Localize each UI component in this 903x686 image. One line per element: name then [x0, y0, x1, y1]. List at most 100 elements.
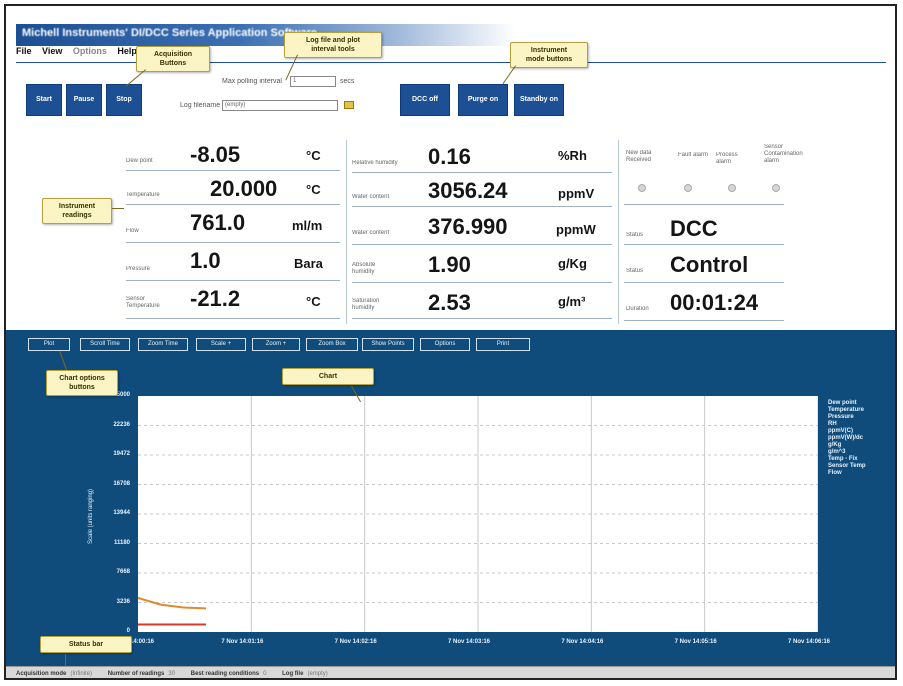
sensor-temperature-unit: °C — [306, 294, 321, 309]
absolute-humidity-value: 1.90 — [428, 252, 471, 277]
title-bar: Michell Instruments' DI/DCC Series Appli… — [16, 24, 516, 46]
log-interval-label: Max polling interval — [222, 78, 282, 85]
menu-view[interactable]: View — [42, 46, 62, 56]
log-filename-input[interactable]: (empty) — [222, 100, 338, 111]
duration-label: Duration — [626, 306, 649, 312]
reading-label: Water content — [352, 194, 390, 200]
log-interval-input[interactable]: 1 — [290, 76, 336, 87]
callout-leader — [502, 65, 516, 85]
indicator-label: New data Received — [626, 150, 652, 163]
row-underline — [126, 318, 340, 319]
standby-on-button[interactable]: Standby on — [514, 84, 564, 116]
pressure-value: 1.0 — [190, 248, 221, 273]
legend-entry: ppmV(W)/dc — [828, 435, 863, 441]
row-underline — [126, 242, 340, 243]
y-tick-label: 0 — [126, 628, 130, 634]
x-tick-label: 7 Nov 14:03:16 — [448, 639, 491, 645]
row-underline — [126, 170, 340, 171]
menu-help[interactable]: Help — [117, 46, 137, 56]
reading-label: Flow — [126, 228, 139, 234]
chart-button-zoom-time[interactable]: Zoom Time — [138, 338, 188, 351]
purge-on-button[interactable]: Purge on — [458, 84, 508, 116]
status-num-value: 30 — [168, 671, 176, 677]
pause-button[interactable]: Pause — [66, 84, 102, 116]
sensor-temperature-value: -21.2 — [190, 286, 241, 311]
reading-label: Sensor Temperature — [126, 296, 160, 309]
legend-entry: Sensor Temp — [828, 463, 866, 469]
row-underline — [624, 244, 784, 245]
indicator-label: Fault alarm — [678, 152, 709, 158]
chart-button-show-points[interactable]: Show Points — [362, 338, 414, 351]
chart-button-options[interactable]: Options — [420, 338, 470, 351]
menu-options[interactable]: Options — [73, 46, 107, 56]
chart-plot-area[interactable] — [137, 396, 819, 632]
chart-button-print[interactable]: Print — [476, 338, 530, 351]
status-label: Status — [626, 268, 644, 274]
status-best-value: 0 — [263, 671, 267, 677]
chart-button-scale[interactable]: Scale + — [196, 338, 246, 351]
callout-chart-options: Chart options buttons — [46, 370, 118, 396]
column-divider — [618, 140, 619, 324]
reading-label: Saturation humidity — [352, 298, 380, 311]
indicator-label: Process alarm — [716, 152, 738, 165]
callout-leader — [112, 208, 124, 209]
callout-acquisition: Acquisition Buttons — [136, 46, 210, 72]
legend-entry: RH — [828, 421, 837, 427]
row-underline — [352, 206, 612, 207]
dew-point-value: -8.05 — [190, 142, 241, 167]
water-content-ppmv-value: 3056.24 — [428, 178, 508, 203]
stop-button[interactable]: Stop — [106, 84, 142, 116]
water-content-ppmw-unit: ppmW — [556, 222, 596, 237]
menu-file[interactable]: File — [16, 46, 32, 56]
water-content-ppmv-unit: ppmV — [558, 186, 595, 201]
reading-label: Dew point — [126, 158, 153, 164]
legend-entry: Dew point — [828, 400, 857, 406]
callout-status-bar: Status bar — [40, 636, 132, 653]
log-interval-unit: secs — [340, 78, 355, 85]
legend-entry: g/Kg — [828, 442, 842, 448]
fault-alarm-led-icon — [684, 184, 692, 192]
water-content-ppmw-value: 376.990 — [428, 214, 508, 239]
x-tick-label: 7 Nov 14:04:16 — [561, 639, 604, 645]
status-bar: Acquisition mode (Infinite) Number of rea… — [6, 666, 895, 678]
temperature-value: 20.000 — [210, 176, 278, 201]
callout-chart: Chart — [282, 368, 374, 385]
chart-button-zoom[interactable]: Zoom + — [252, 338, 300, 351]
legend-entry: Temperature — [828, 407, 864, 413]
contamination-alarm-led-icon — [772, 184, 780, 192]
legend-entry: g/m^3 — [828, 449, 846, 455]
row-underline — [352, 318, 612, 319]
y-tick-label: 19472 — [113, 451, 130, 457]
y-tick-label: 16708 — [113, 480, 130, 487]
callout-instrument-mode: Instrument mode buttons — [510, 42, 588, 68]
row-underline — [624, 282, 784, 283]
chart-svg — [137, 396, 819, 632]
status-acq-label: Acquisition mode — [16, 671, 67, 677]
chart-button-zoom-box[interactable]: Zoom Box — [306, 338, 358, 351]
new-data-led-icon — [638, 184, 646, 192]
row-underline — [126, 204, 340, 205]
temperature-unit: °C — [306, 182, 321, 197]
x-tick-label: 14:00:16 — [130, 639, 155, 645]
status-best-label: Best reading conditions — [190, 671, 260, 677]
start-button[interactable]: Start — [26, 84, 62, 116]
saturation-humidity-unit: g/m³ — [558, 294, 586, 309]
chart-button-scroll-time[interactable]: Scroll Time — [80, 338, 130, 351]
legend-entry: Flow — [828, 470, 842, 476]
absolute-humidity-unit: g/Kg — [558, 256, 587, 271]
log-filename-label: Log filename — [180, 102, 221, 109]
column-divider — [346, 140, 347, 324]
reading-label: Relative humidity — [352, 160, 398, 166]
status-label: Status — [626, 232, 644, 238]
dcc-off-button[interactable]: DCC off — [400, 84, 450, 116]
reading-label: Absolute humidity — [352, 262, 376, 275]
flow-unit: ml/m — [292, 218, 323, 233]
y-tick-label: 22236 — [113, 421, 130, 428]
reading-label: Pressure — [126, 266, 151, 272]
row-underline — [624, 320, 784, 321]
row-underline — [352, 172, 612, 173]
chart-button-plot[interactable]: Plot — [28, 338, 70, 351]
process-alarm-led-icon — [728, 184, 736, 192]
folder-icon[interactable] — [344, 101, 354, 109]
reading-label: Temperature — [126, 192, 160, 198]
